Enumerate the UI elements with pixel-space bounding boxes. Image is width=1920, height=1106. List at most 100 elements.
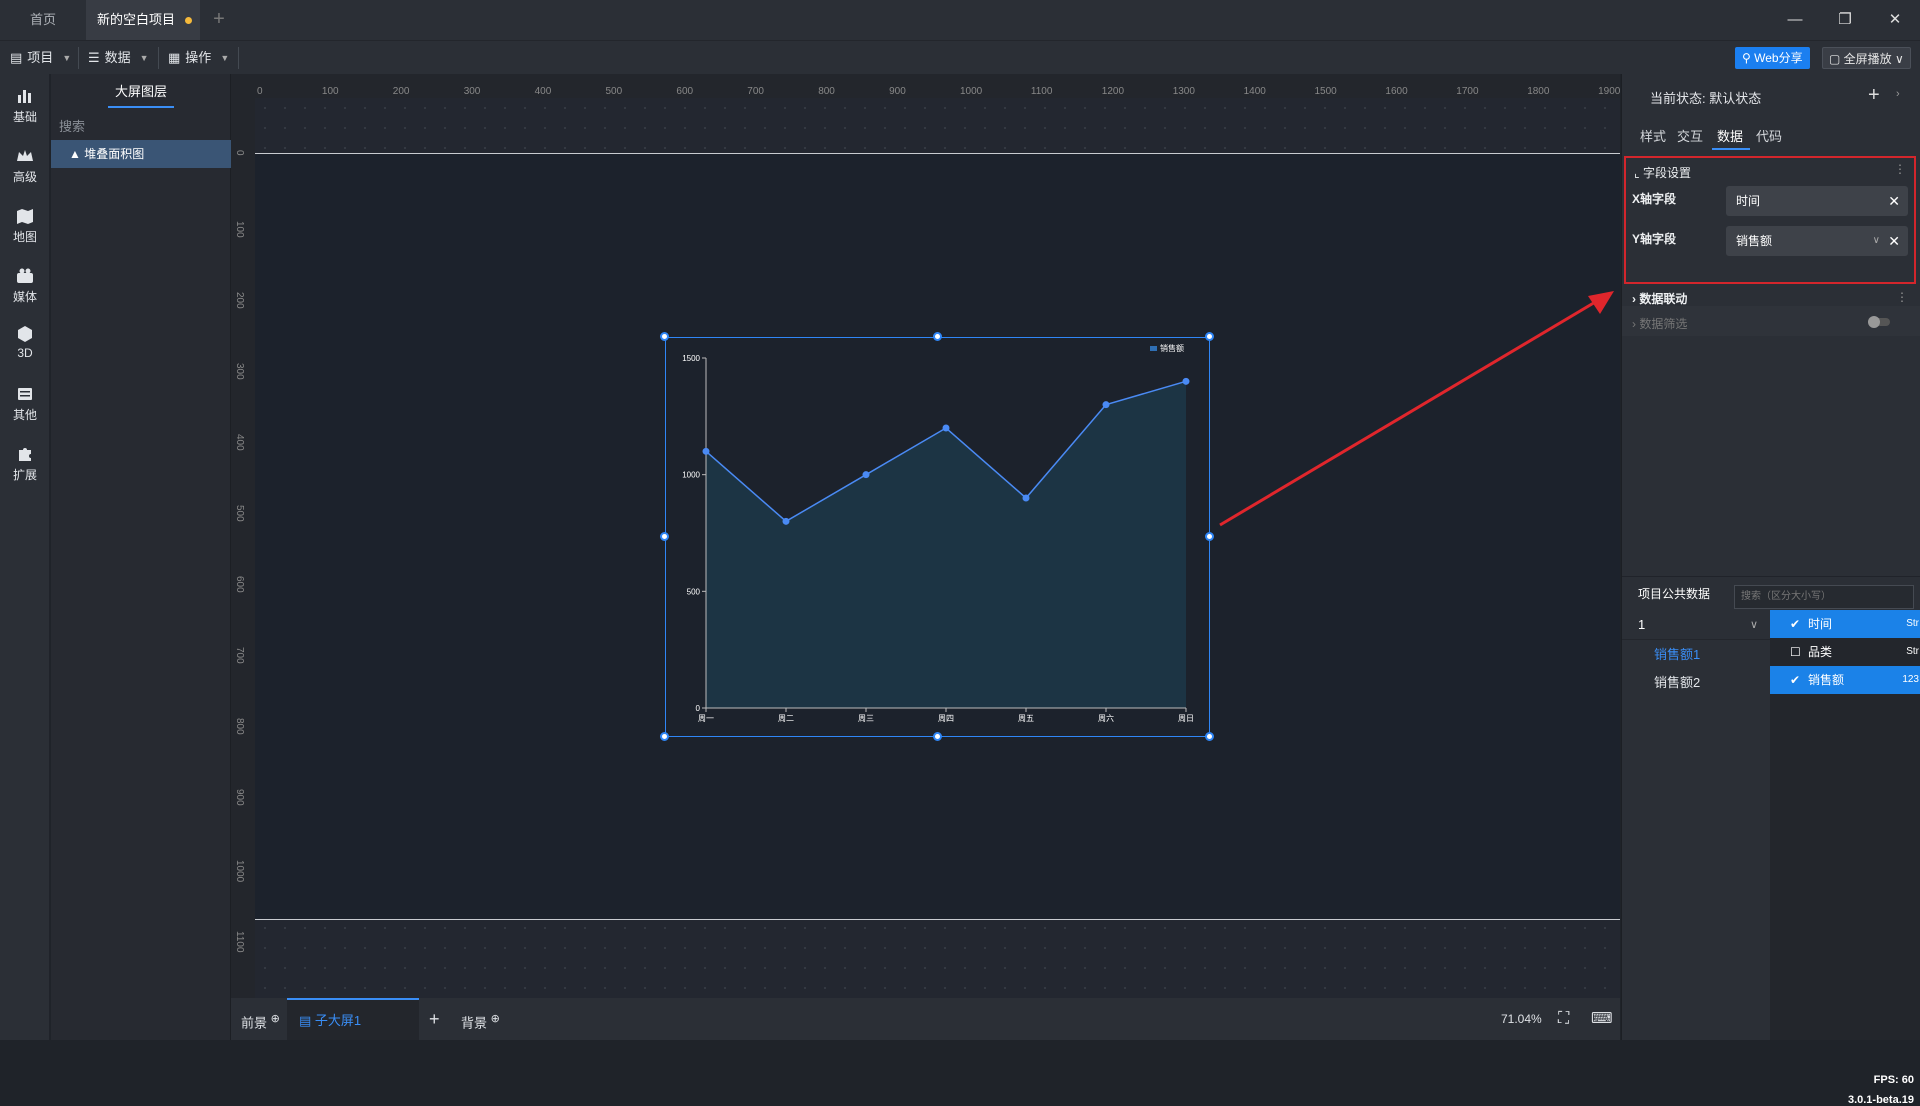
zoom-level[interactable]: 71.04% (1501, 998, 1542, 1040)
x-tick-label: 周日 (1178, 714, 1194, 723)
nav-advanced[interactable]: 高级 (0, 146, 50, 185)
field-item[interactable]: ☐ 品类 Str (1770, 638, 1920, 666)
canvas[interactable]: 0 500 1000 1500 周一 周二 周三 周四 周五 周六 周日 销售额 (255, 98, 1620, 998)
nav-media[interactable]: 媒体 (0, 266, 50, 305)
subscreen-icon: ▤ (299, 1013, 315, 1028)
restore-icon[interactable]: ❐ (1820, 0, 1870, 40)
field-item[interactable]: ✔ 销售额 123 (1770, 666, 1920, 694)
add-tab-button[interactable]: + (204, 0, 234, 40)
y-tick-label: 0 (696, 704, 701, 713)
nav-label: 扩展 (12, 468, 37, 482)
data-linkage-title: 数据联动 (1639, 292, 1688, 306)
resize-handle[interactable] (932, 732, 942, 741)
close-icon[interactable]: ✕ (1870, 0, 1920, 40)
fit-screen-icon[interactable]: ⛶ (1558, 998, 1569, 1040)
resize-handle[interactable] (1205, 732, 1214, 741)
ruler-top-label: 900 (889, 86, 906, 97)
ruler-left-label: 500 (234, 505, 245, 522)
field-item[interactable]: ✔ 时间 Str (1770, 610, 1920, 638)
ruler-left-label: 100 (234, 221, 245, 238)
fullscreen-label: 全屏播放 (1843, 52, 1892, 66)
chevron-right-icon[interactable]: › (1896, 88, 1900, 100)
add-circle-icon[interactable]: ⊕ (271, 1013, 280, 1025)
clear-icon[interactable]: ✕ (1888, 226, 1900, 256)
y-field-select[interactable]: 销售额 ∨ ✕ (1726, 226, 1908, 256)
data-filter-section[interactable]: › 数据筛选 (1632, 315, 1687, 332)
ruler-left-label: 400 (234, 434, 245, 451)
bar-chart-icon (18, 90, 31, 103)
data-menu-label: 数据 (104, 50, 131, 65)
ruler-left-label: 200 (234, 292, 245, 309)
public-data-header: 项目公共数据 搜索（区分大小写） (1622, 576, 1920, 609)
layer-search-input[interactable]: 搜索 (59, 116, 85, 135)
nav-other[interactable]: 其他 (0, 384, 50, 423)
add-subscreen-button[interactable]: + (429, 998, 440, 1040)
collapse-icon[interactable]: ⌞ (1634, 166, 1643, 180)
resize-handle[interactable] (660, 332, 669, 341)
check-icon: ✔ (1790, 617, 1801, 631)
nav-label: 媒体 (12, 290, 37, 304)
nav-label: 高级 (12, 170, 37, 184)
x-tick-label: 周五 (1018, 714, 1034, 723)
x-field-value: 时间 (1736, 194, 1761, 208)
ruler-top-label: 1900 (1598, 86, 1621, 97)
web-share-button[interactable]: ⚲ Web分享 (1735, 47, 1810, 69)
more-icon[interactable]: ⋮ (1894, 162, 1906, 176)
tab-home[interactable]: 首页 (0, 0, 86, 40)
add-circle-icon[interactable]: ⊕ (491, 1013, 500, 1025)
ruler-left-label: 800 (234, 718, 245, 735)
dataset-group[interactable]: 1 ∨ (1622, 610, 1770, 640)
layers-panel: 大屏图层 搜索 ▲ 堆叠面积图 (51, 74, 231, 1040)
version-label: 3.0.1-beta.19 (1847, 1094, 1914, 1106)
layers-title[interactable]: 大屏图层 (51, 74, 231, 110)
data-menu[interactable]: ☰ 数据 ▼ (88, 41, 149, 75)
fps-counter: FPS: 60 (1873, 1074, 1914, 1086)
add-state-icon[interactable]: + (1868, 84, 1880, 107)
field-settings-section: ⌞ 字段设置 ⋮ X轴字段 时间 ✕ Y轴字段 销售额 ∨ ✕ (1624, 156, 1916, 284)
resize-handle[interactable] (660, 732, 669, 741)
tab-interaction[interactable]: 交互 (1677, 126, 1703, 145)
dataset-item[interactable]: 销售额1 (1622, 640, 1770, 670)
ruler-top-label: 1200 (1101, 86, 1125, 97)
current-state: 当前状态: 默认状态 (1650, 88, 1761, 107)
keyboard-icon[interactable]: ⌨ (1591, 998, 1613, 1040)
state-value[interactable]: 默认状态 (1709, 91, 1761, 106)
data-linkage-section[interactable]: › 数据联动 (1632, 290, 1687, 307)
tab-project[interactable]: 新的空白项目 (86, 0, 200, 40)
foreground-label: 前景 (241, 1015, 268, 1031)
foreground-tab[interactable]: 前景 ⊕ (241, 998, 280, 1040)
nav-basic[interactable]: 基础 (0, 86, 50, 125)
ruler-top-label: 200 (392, 86, 410, 97)
minimize-icon[interactable]: — (1770, 0, 1820, 40)
nav-label: 地图 (12, 230, 37, 244)
public-data-search[interactable]: 搜索（区分大小写） (1734, 585, 1914, 609)
subscreen-tab[interactable]: ▤ 子大屏1 (287, 998, 419, 1040)
background-tab[interactable]: 背景 ⊕ (461, 998, 500, 1040)
clear-icon[interactable]: ✕ (1888, 186, 1900, 216)
field-name: 品类 (1808, 645, 1833, 659)
filter-toggle[interactable] (1868, 316, 1890, 328)
check-icon: ✔ (1790, 673, 1801, 687)
nav-map[interactable]: 地图 (0, 206, 50, 245)
nav-extend[interactable]: 扩展 (0, 444, 50, 483)
map-icon (17, 209, 33, 224)
project-menu[interactable]: ▤ 项目 ▼ (10, 41, 71, 75)
tab-data[interactable]: 数据 (1717, 126, 1743, 145)
y-field-label: Y轴字段 (1632, 232, 1677, 246)
operate-menu[interactable]: ▦ 操作 ▼ (168, 41, 229, 75)
dataset-item[interactable]: 销售额2 (1622, 668, 1770, 698)
resize-handle[interactable] (932, 332, 942, 341)
resize-handle[interactable] (660, 532, 669, 541)
x-field-select[interactable]: 时间 ✕ (1726, 186, 1908, 216)
layer-item[interactable]: ▲ 堆叠面积图 (51, 140, 231, 168)
tab-code[interactable]: 代码 (1756, 126, 1782, 145)
ruler-top-label: 0 (257, 86, 263, 97)
chart-widget[interactable]: 0 500 1000 1500 周一 周二 周三 周四 周五 周六 周日 销售额 (660, 332, 1214, 741)
nav-3d[interactable]: 3D (0, 324, 50, 360)
tab-style[interactable]: 样式 (1640, 126, 1666, 145)
field-settings-title[interactable]: 字段设置 (1643, 166, 1691, 180)
more-icon[interactable]: ⋮ (1896, 290, 1908, 304)
database-icon: ☰ (88, 50, 100, 65)
fullscreen-button[interactable]: ▢ 全屏播放 ∨ (1822, 47, 1911, 69)
field-type: Str (1906, 618, 1919, 629)
